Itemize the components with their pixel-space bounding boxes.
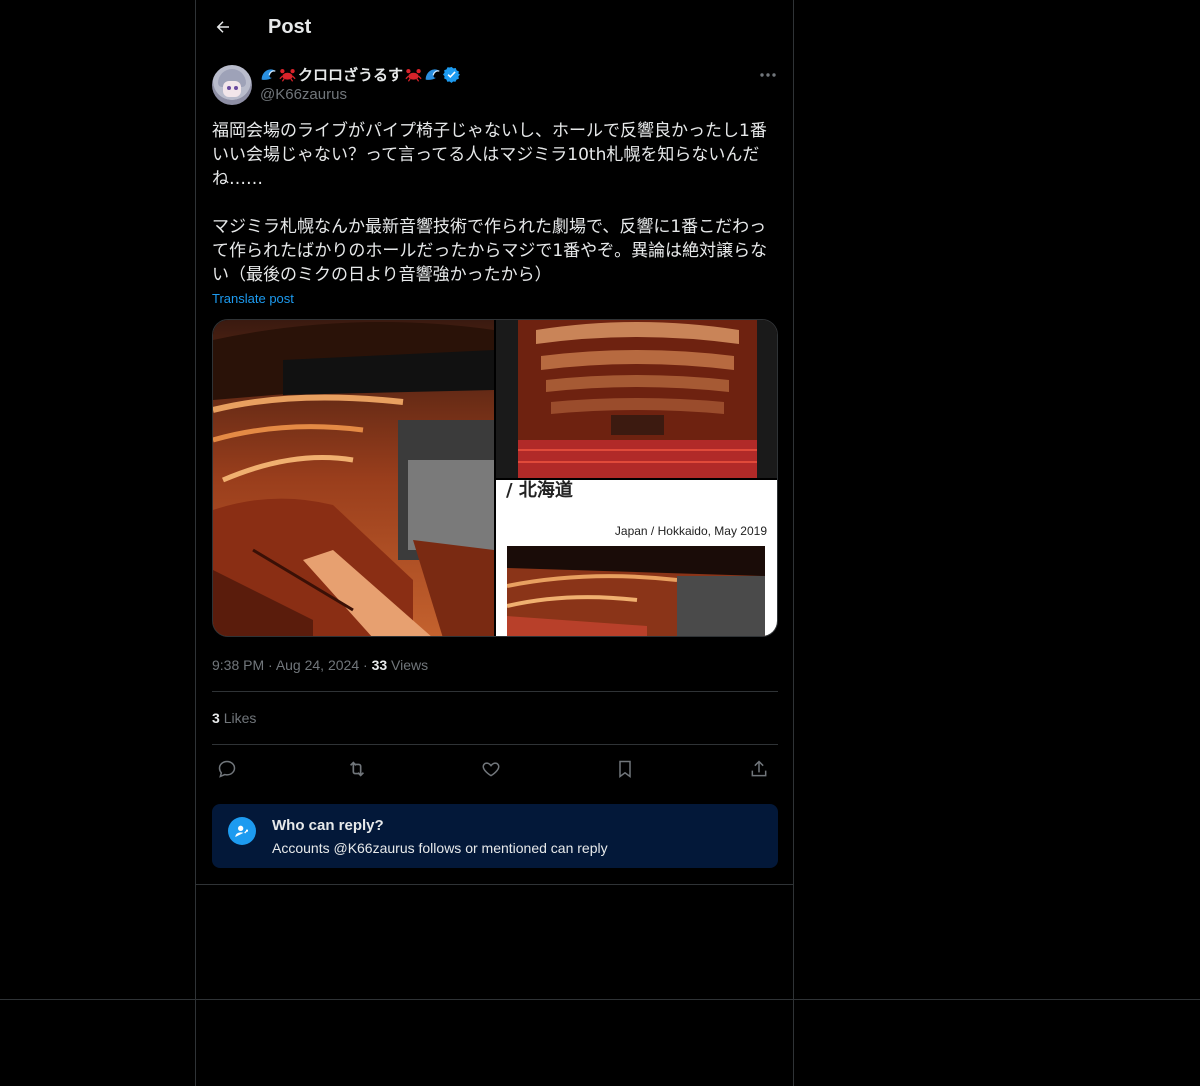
back-arrow-icon[interactable] — [212, 16, 234, 38]
divider — [196, 884, 793, 885]
share-icon[interactable] — [746, 756, 772, 782]
reply-restriction-title: Who can reply? — [272, 817, 384, 834]
author-display-name[interactable]: クロロざうるす — [298, 64, 403, 85]
likes-stat[interactable]: 3 Likes — [212, 710, 256, 726]
repost-icon[interactable] — [344, 756, 370, 782]
translate-post-link[interactable]: Translate post — [212, 291, 294, 306]
wave-emoji-icon — [261, 69, 276, 80]
author-handle[interactable]: @K66zaurus — [260, 86, 347, 103]
crab-emoji-icon — [405, 68, 422, 82]
theater-image-1[interactable] — [213, 320, 494, 637]
post-date[interactable]: Aug 24, 2024 — [276, 657, 359, 673]
divider — [212, 744, 778, 745]
post-media-grid: / 北海道 Japan / Hokkaido, May 2019 — [212, 319, 778, 637]
verified-badge-icon[interactable] — [443, 66, 461, 83]
more-options-icon[interactable] — [756, 66, 780, 84]
bookmark-icon[interactable] — [612, 756, 638, 782]
image-caption-text: Japan / Hokkaido, May 2019 — [614, 524, 767, 538]
crab-emoji-icon — [279, 68, 296, 82]
theater-thumbnail — [507, 546, 765, 636]
post-meta: 9:38 PM · Aug 24, 2024 · 33 Views — [212, 657, 429, 673]
wave-emoji-icon — [425, 69, 440, 80]
views-label: Views — [391, 657, 429, 673]
views-count: 33 — [371, 657, 388, 673]
likes-count: 3 — [212, 710, 220, 726]
reply-restriction-subtitle: Accounts @K66zaurus follows or mentioned… — [272, 840, 608, 856]
page-title: Post — [268, 15, 312, 38]
theater-image-2[interactable] — [496, 320, 778, 478]
post-time[interactable]: 9:38 PM — [212, 657, 264, 673]
reply-icon[interactable] — [214, 756, 240, 782]
reply-restriction-icon — [228, 817, 256, 845]
post-column: Post クロロざうるす @K66zaurus 福岡会場のライブがパイプ椅子じゃ… — [195, 0, 794, 1086]
likes-label: Likes — [223, 710, 257, 726]
post-text: 福岡会場のライブがパイプ椅子じゃないし、ホールで反響良かったし1番 いい会場じゃ… — [212, 121, 768, 285]
divider — [212, 691, 778, 692]
theater-image-3[interactable]: / 北海道 Japan / Hokkaido, May 2019 — [496, 480, 777, 636]
image-heading-text: / 北海道 — [506, 480, 573, 501]
reply-restriction-notice: Who can reply? Accounts @K66zaurus follo… — [212, 804, 778, 868]
like-icon[interactable] — [478, 756, 504, 782]
action-bar — [212, 756, 778, 782]
header: Post — [212, 0, 772, 54]
avatar[interactable] — [212, 65, 252, 105]
author-name-row[interactable]: クロロざうるす — [260, 64, 461, 85]
